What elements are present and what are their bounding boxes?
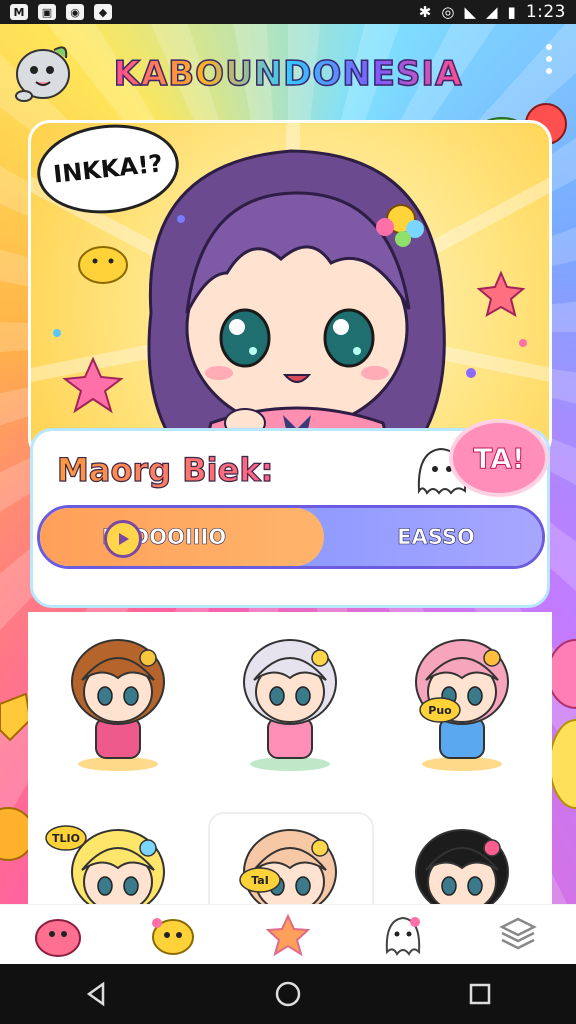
segmented-control: PEDOOIIIO EASSO [37, 505, 545, 569]
overflow-menu-button[interactable] [546, 44, 552, 74]
segment-right[interactable]: EASSO [300, 508, 542, 566]
hero-banner[interactable]: INKKA!? [28, 120, 552, 460]
status-bar: M ▣ ◉ ◆ ✱ ◎ ◣ ◢ ▮ 1:23 [0, 0, 576, 24]
nav-yellow-creature[interactable] [145, 909, 201, 961]
speech-label-text: TaI [251, 874, 269, 887]
wifi-icon: ◣ [464, 3, 476, 21]
signal-icon: ◢ [486, 3, 498, 21]
yellow-creature-icon [151, 917, 194, 955]
layers-icon [499, 917, 538, 949]
status-time: 1:23 [525, 2, 566, 22]
info-panel: Maorg Biek: TA! PEDOOIIIO EASSO [30, 423, 550, 608]
status-left: M ▣ ◉ ◆ [10, 4, 112, 20]
panel-title: Maorg Biek: [56, 450, 274, 489]
segment-right-label: EASSO [397, 525, 475, 550]
dot-icon [546, 68, 552, 74]
segment-left[interactable]: PEDOOIIIO [40, 508, 324, 566]
recents-icon[interactable] [460, 974, 500, 1014]
nav-layers[interactable] [490, 909, 546, 961]
ta-badge[interactable]: TA! [453, 423, 545, 493]
play-icon[interactable] [104, 520, 142, 558]
bluetooth-icon: ✱ [418, 3, 432, 21]
status-right: ✱ ◎ ◣ ◢ ▮ 1:23 [419, 2, 566, 22]
pink-creature-icon [34, 918, 81, 957]
gallery-character[interactable] [415, 829, 509, 904]
vibrate-icon: ◎ [441, 3, 455, 21]
app-title: KABOUNDONESIA [113, 53, 463, 95]
image-icon: ▣ [38, 4, 56, 20]
gallery-character[interactable] [71, 639, 165, 771]
nav-star[interactable] [260, 909, 316, 961]
system-nav-bar [0, 964, 576, 1024]
gallery-character[interactable] [243, 829, 337, 904]
dot-icon [546, 44, 552, 50]
ghost-icon [385, 916, 421, 956]
notification-icon: ◆ [94, 4, 112, 20]
home-icon[interactable] [268, 974, 308, 1014]
battery-icon: ▮ [507, 3, 516, 21]
character-gallery: Puo TLIO TaI [28, 612, 552, 904]
star-icon [265, 913, 310, 956]
gallery-character[interactable] [243, 639, 337, 771]
mascot-icon[interactable] [10, 36, 76, 106]
speech-label-text: TLIO [52, 832, 80, 845]
bottom-nav [0, 904, 576, 964]
nav-ghost[interactable] [375, 909, 431, 961]
back-icon[interactable] [76, 974, 116, 1014]
speech-label-text: Puo [428, 704, 452, 717]
notification-icon: M [10, 4, 28, 20]
yellow-blob-icon [549, 719, 576, 809]
app-screen: KABOUNDONESIA INKKA!? Maorg Biek: TA! PE… [0, 24, 576, 904]
gallery-grid: Puo TLIO TaI [45, 639, 509, 904]
notification-icon: ◉ [66, 4, 84, 20]
dot-icon [546, 56, 552, 62]
nav-pink-creature[interactable] [30, 909, 86, 961]
